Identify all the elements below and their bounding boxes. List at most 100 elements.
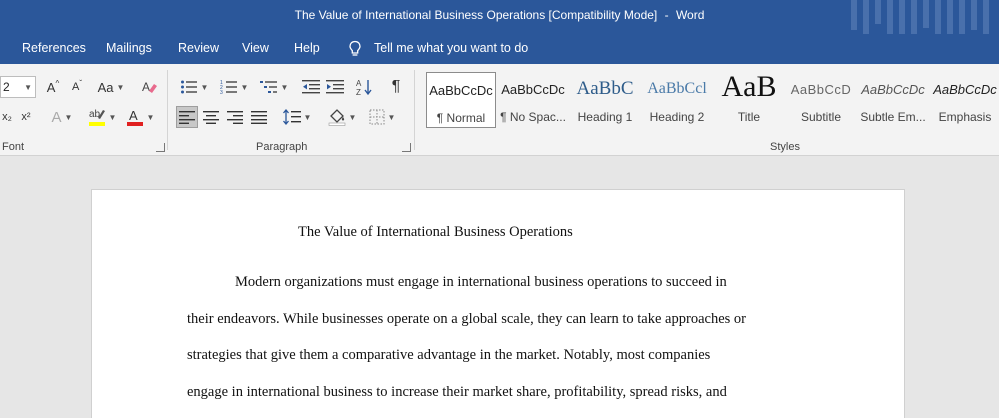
tab-review[interactable]: Review <box>178 41 219 55</box>
font-size-value: 2 <box>3 80 10 94</box>
increase-indent-button[interactable] <box>324 76 346 98</box>
style-name: Title <box>737 110 761 124</box>
text-effects-button[interactable]: A ▼ <box>46 106 78 128</box>
increase-indent-icon <box>326 80 344 94</box>
multilevel-list-button[interactable]: ▼ <box>256 76 292 98</box>
document-line: strategies that give them a comparative … <box>187 347 711 363</box>
tab-references[interactable]: References <box>22 41 86 55</box>
svg-text:A: A <box>142 80 150 94</box>
numbered-list-icon: 1 2 3 <box>220 80 237 95</box>
justify-button[interactable] <box>248 106 270 128</box>
highlighter-icon: ab <box>88 109 105 126</box>
style-emphasis[interactable]: AaBbCcDc Emphasis <box>930 72 999 128</box>
numbering-button[interactable]: 1 2 3 ▼ <box>216 76 252 98</box>
style-sample: AaBbCcl <box>647 80 707 97</box>
style-heading-1[interactable]: AaBbC Heading 1 <box>570 72 640 128</box>
align-right-icon <box>227 111 243 124</box>
highlight-color-button[interactable]: ab ▼ <box>84 106 120 128</box>
change-case-icon: Aa <box>97 79 114 95</box>
font-group-label: Font <box>2 141 25 153</box>
style-name: Emphasis <box>938 110 992 124</box>
style-subtle-emphasis[interactable]: AaBbCcDc Subtle Em... <box>858 72 928 128</box>
paint-bucket-icon <box>328 109 345 126</box>
style-subtitle[interactable]: AaBbCcD Subtitle <box>786 72 856 128</box>
lightbulb-icon <box>349 40 361 56</box>
styles-group-label: Styles <box>770 141 800 153</box>
title-separator: - <box>664 8 669 22</box>
style-name: ¶ Normal <box>436 111 486 125</box>
style-sample: AaBbCcD <box>790 82 852 97</box>
tab-mailings[interactable]: Mailings <box>106 41 152 55</box>
style-sample: AaBbCcDc <box>933 82 997 97</box>
svg-text:Z: Z <box>356 88 361 96</box>
shading-button[interactable]: ▼ <box>324 106 360 128</box>
subscript-icon: x₂ <box>2 111 12 123</box>
style-normal[interactable]: AaBbCcDc ¶ Normal <box>426 72 496 128</box>
grow-font-button[interactable]: A ^ <box>42 76 64 98</box>
font-color-icon: A <box>126 108 143 126</box>
style-sample: AaBbCcDc <box>429 83 493 98</box>
shrink-font-button[interactable]: Aˇ <box>66 76 88 98</box>
multilevel-list-icon <box>259 81 277 93</box>
document-page[interactable]: The Value of International Business Oper… <box>91 189 905 418</box>
style-sample: AaB <box>721 72 777 103</box>
show-hide-marks-button[interactable]: ¶ <box>386 76 406 98</box>
font-color-button[interactable]: A ▼ <box>122 106 158 128</box>
document-title: The Value of International Business Oper… <box>298 224 573 240</box>
bullets-button[interactable]: ▼ <box>176 76 212 98</box>
font-size-box[interactable]: 2 ▼ <box>0 76 36 98</box>
text-effects-icon: A <box>51 108 62 126</box>
justify-icon <box>251 111 267 124</box>
group-separator <box>167 70 168 150</box>
tab-view[interactable]: View <box>242 41 269 55</box>
shrink-font-icon: A <box>71 81 80 93</box>
change-case-button[interactable]: Aa ▼ <box>94 76 128 98</box>
sort-button[interactable]: A Z <box>354 76 376 98</box>
svg-text:3: 3 <box>220 90 223 95</box>
grow-font-icon: A <box>46 79 56 95</box>
svg-text:A: A <box>129 108 138 123</box>
sort-az-icon: A Z <box>356 79 372 96</box>
document-line: Modern organizations must engage in inte… <box>235 274 727 290</box>
style-name: Subtitle <box>800 110 842 124</box>
line-spacing-icon <box>282 109 301 125</box>
tell-me-search[interactable]: Tell me what you want to do <box>374 41 528 55</box>
ribbon-tabs: References Mailings Review View Help Tel… <box>0 34 999 64</box>
align-center-icon <box>203 111 219 124</box>
style-heading-2[interactable]: AaBbCcl Heading 2 <box>642 72 712 128</box>
document-line: their endeavors. While businesses operat… <box>187 311 746 327</box>
align-right-button[interactable] <box>224 106 246 128</box>
decrease-indent-button[interactable] <box>300 76 322 98</box>
app-name: Word <box>675 8 705 22</box>
style-no-spacing[interactable]: AaBbCcDc ¶ No Spac... <box>498 72 568 128</box>
superscript-button[interactable]: x² <box>16 106 36 128</box>
superscript-icon: x² <box>21 111 31 123</box>
align-left-button[interactable] <box>176 106 198 128</box>
svg-text:A: A <box>356 79 362 88</box>
borders-button[interactable]: ▼ <box>364 106 400 128</box>
align-left-icon <box>179 111 195 124</box>
group-separator <box>414 70 415 150</box>
style-name: Heading 2 <box>649 110 705 124</box>
bullet-list-icon <box>180 80 197 94</box>
style-name: Subtle Em... <box>860 110 926 124</box>
align-center-button[interactable] <box>200 106 222 128</box>
pilcrow-icon: ¶ <box>391 78 401 95</box>
style-sample: AaBbCcDc <box>861 82 925 97</box>
style-sample: AaBbC <box>576 78 634 99</box>
line-spacing-button[interactable]: ▼ <box>280 106 314 128</box>
style-title[interactable]: AaB Title <box>714 72 784 128</box>
style-name: ¶ No Spac... <box>500 110 566 124</box>
document-area: The Value of International Business Oper… <box>0 157 999 418</box>
chevron-down-icon[interactable]: ▼ <box>24 78 32 98</box>
styles-gallery: AaBbCcDc ¶ Normal AaBbCcDc ¶ No Spac... … <box>424 70 999 132</box>
subscript-button[interactable]: x₂ <box>0 106 14 128</box>
borders-icon <box>369 109 385 125</box>
font-dialog-launcher[interactable] <box>156 143 165 152</box>
tab-help[interactable]: Help <box>294 41 320 55</box>
clear-formatting-button[interactable]: A <box>138 76 160 98</box>
paragraph-dialog-launcher[interactable] <box>402 143 411 152</box>
style-sample: AaBbCcDc <box>501 82 565 97</box>
eraser-icon: A <box>142 80 157 94</box>
document-name: The Value of International Business Oper… <box>294 8 658 22</box>
